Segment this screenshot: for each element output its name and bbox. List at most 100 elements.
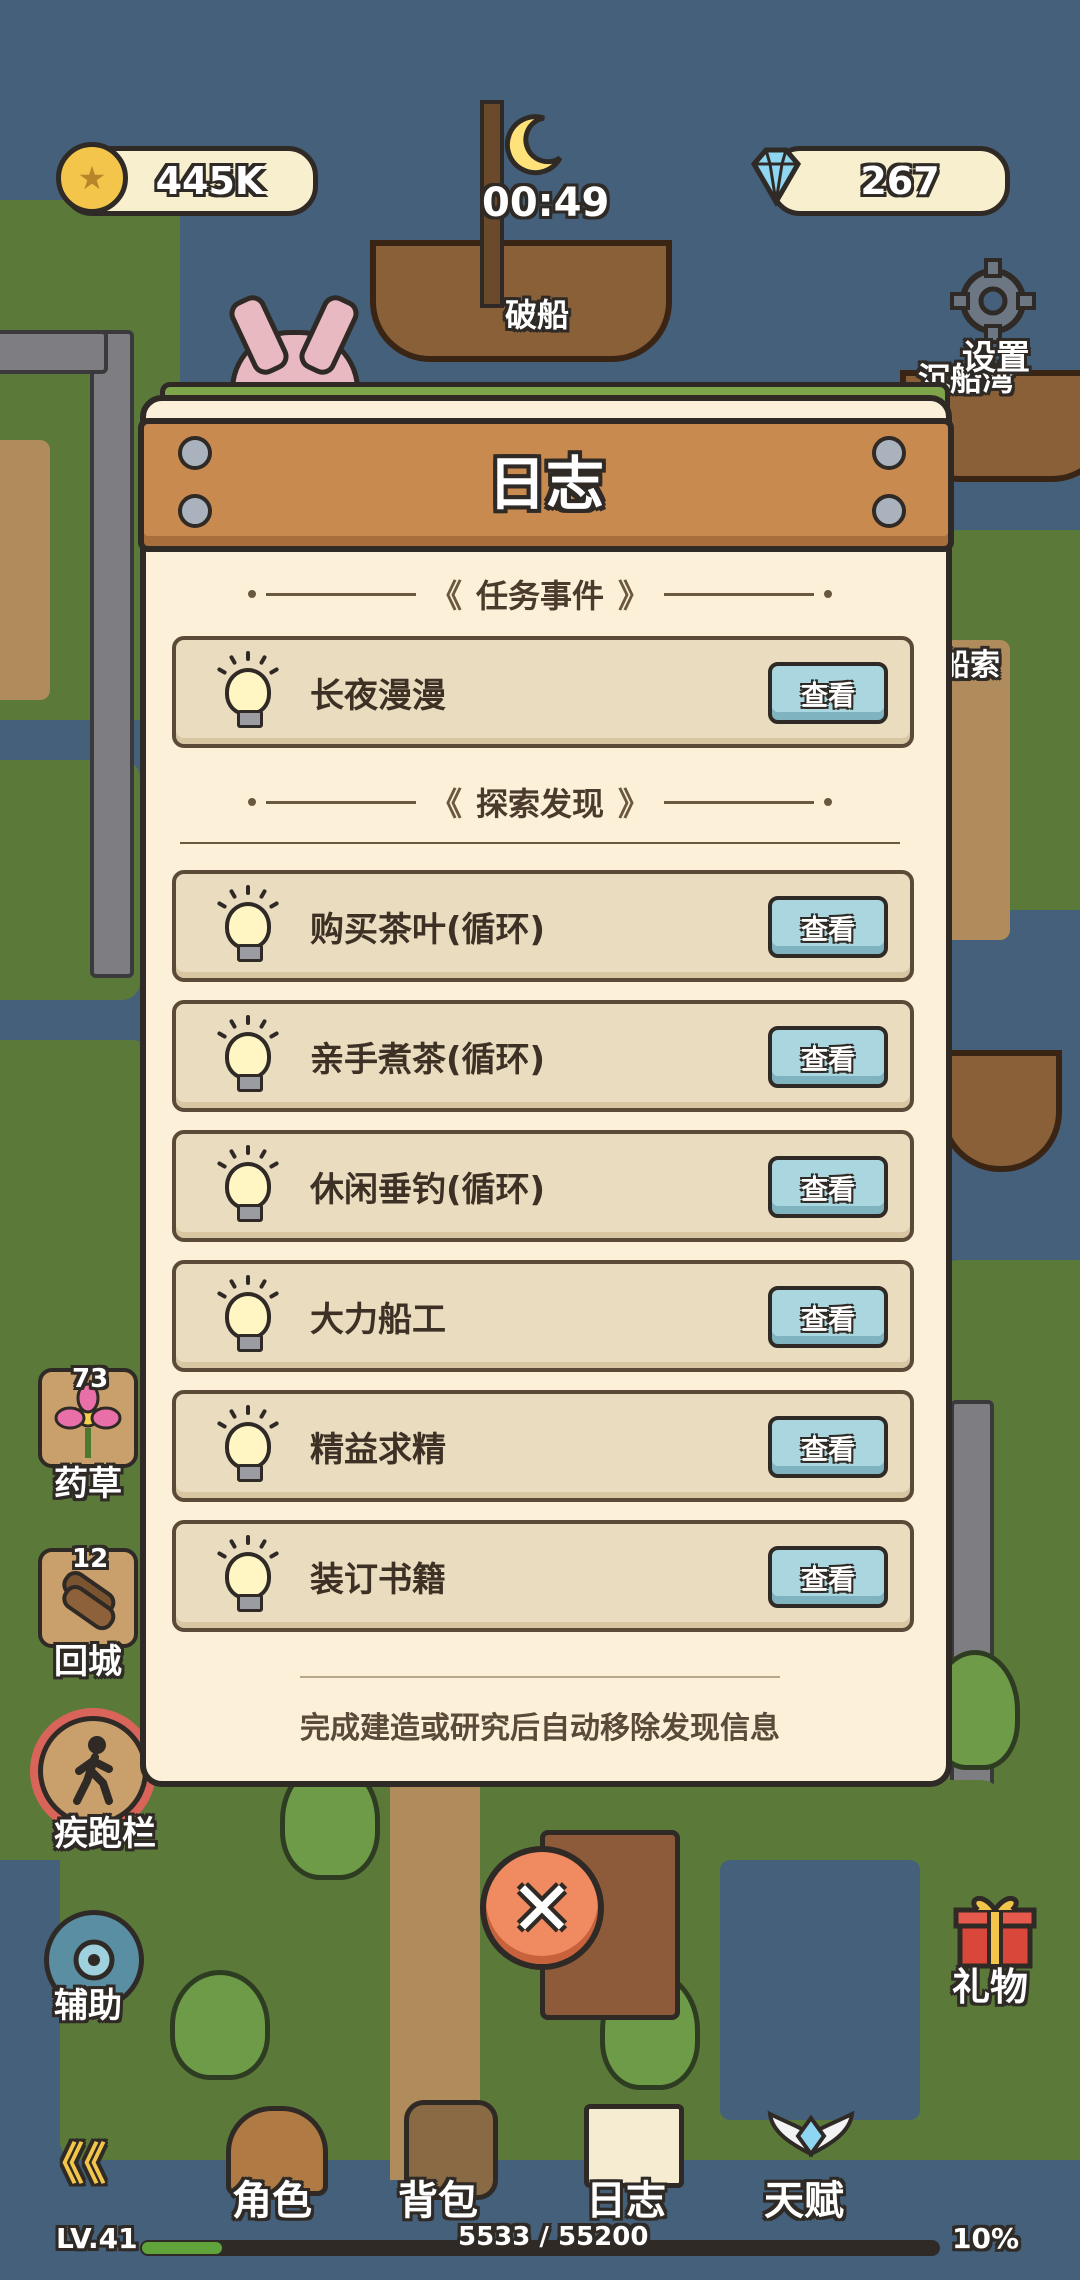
xp-percent: 10% <box>952 2222 1020 2255</box>
light-ray <box>246 1405 250 1415</box>
discovery-row[interactable]: 大力船工 查看 <box>172 1260 914 1372</box>
quest-label: 长夜漫漫 <box>310 675 446 716</box>
diamond-icon <box>740 140 812 212</box>
assist-label[interactable]: 辅助 <box>54 1978 122 2027</box>
light-ray <box>258 888 268 900</box>
quest-row[interactable]: 长夜漫漫 查看 <box>172 636 914 748</box>
tab-character[interactable]: 角色 <box>232 2168 312 2226</box>
night-timer: 00:49 <box>482 180 610 226</box>
light-ray <box>268 666 280 676</box>
stone-wall-left <box>90 330 134 978</box>
return-label[interactable]: 回城 <box>54 1634 122 1683</box>
moon-icon <box>500 110 570 180</box>
light-ray <box>246 651 250 661</box>
winged-gem-icon <box>766 2104 856 2174</box>
light-ray <box>216 1160 228 1170</box>
light-ray <box>228 1018 238 1030</box>
light-ray <box>268 1030 280 1040</box>
light-ray <box>268 900 280 910</box>
light-ray <box>258 1538 268 1550</box>
close-icon: ✕ <box>510 1863 574 1953</box>
light-ray <box>246 1015 250 1025</box>
sprint-label[interactable]: 疾跑栏 <box>54 1806 156 1855</box>
light-ray <box>216 666 228 676</box>
discovery-row[interactable]: 购买茶叶(循环) 查看 <box>172 870 914 982</box>
discovery-row[interactable]: 精益求精 查看 <box>172 1390 914 1502</box>
xp-bar-fill <box>142 2242 222 2254</box>
footer-note: 完成建造或研究后自动移除发现信息 <box>300 1711 780 1746</box>
light-ray <box>228 1148 238 1160</box>
discover-section-header: 《 探索发现 》 <box>140 782 940 823</box>
settings-label[interactable]: 设置 <box>962 330 1030 379</box>
lightbulb-icon <box>216 651 280 728</box>
light-ray <box>246 1275 250 1285</box>
discovery-label: 亲手煮茶(循环) <box>310 1039 546 1080</box>
double-chevron-left-icon[interactable]: 《《 <box>40 2128 106 2192</box>
light-ray <box>246 885 250 895</box>
view-button[interactable]: 查看 <box>768 1286 888 1348</box>
coin-amount: 445K <box>155 159 265 203</box>
discovery-label: 购买茶叶(循环) <box>310 909 546 950</box>
light-ray <box>258 1018 268 1030</box>
light-ray <box>246 1145 250 1155</box>
broken-boat-label: 破船 <box>505 296 570 334</box>
tree <box>170 1970 270 2080</box>
boat-right <box>940 1050 1062 1172</box>
lightbulb-icon <box>216 885 280 962</box>
lightbulb-icon <box>216 1535 280 1612</box>
discovery-label: 大力船工 <box>310 1299 446 1340</box>
close-button[interactable]: ✕ <box>480 1846 604 1970</box>
discovery-row[interactable]: 装订书籍 查看 <box>172 1520 914 1632</box>
light-ray <box>268 1550 280 1560</box>
light-ray <box>228 1538 238 1550</box>
discovery-label: 精益求精 <box>310 1429 446 1470</box>
pond <box>720 1860 920 2120</box>
light-ray <box>268 1290 280 1300</box>
view-button[interactable]: 查看 <box>768 1546 888 1608</box>
divider <box>180 842 900 844</box>
view-button[interactable]: 查看 <box>768 662 888 724</box>
gem-amount: 267 <box>860 159 940 203</box>
coin-icon: ★ <box>56 142 128 214</box>
light-ray <box>258 1408 268 1420</box>
light-ray <box>228 1408 238 1420</box>
footer-divider <box>300 1676 780 1678</box>
tab-talent[interactable]: 天赋 <box>764 2168 844 2226</box>
discovery-row[interactable]: 休闲垂钓(循环) 查看 <box>172 1130 914 1242</box>
discovery-label: 休闲垂钓(循环) <box>310 1169 546 1210</box>
herb-label[interactable]: 药草 <box>54 1456 122 1505</box>
view-button[interactable]: 查看 <box>768 1416 888 1478</box>
light-ray <box>216 1030 228 1040</box>
gift-label[interactable]: 礼物 <box>952 1956 1028 2011</box>
return-count: 12 <box>72 1544 109 1574</box>
light-ray <box>216 900 228 910</box>
light-ray <box>268 1420 280 1430</box>
lightbulb-icon <box>216 1145 280 1222</box>
quests-section-header: 《 任务事件 》 <box>140 574 940 615</box>
left-path <box>0 440 50 700</box>
light-ray <box>228 654 238 666</box>
discovery-label: 装订书籍 <box>310 1559 446 1600</box>
light-ray <box>268 1160 280 1170</box>
view-button[interactable]: 查看 <box>768 1026 888 1088</box>
lightbulb-icon <box>216 1015 280 1092</box>
light-ray <box>228 888 238 900</box>
lightbulb-icon <box>216 1405 280 1482</box>
herb-count: 73 <box>72 1364 109 1394</box>
view-button[interactable]: 查看 <box>768 1156 888 1218</box>
light-ray <box>216 1290 228 1300</box>
light-ray <box>258 1148 268 1160</box>
tab-journal[interactable]: 日志 <box>586 2168 666 2226</box>
discover-header-label: 探索发现 <box>475 785 604 823</box>
tab-backpack[interactable]: 背包 <box>398 2168 478 2226</box>
light-ray <box>258 654 268 666</box>
view-button[interactable]: 查看 <box>768 896 888 958</box>
discovery-row[interactable]: 亲手煮茶(循环) 查看 <box>172 1000 914 1112</box>
xp-text: 5533 / 55200 <box>458 2222 649 2252</box>
quests-header-label: 任务事件 <box>475 577 604 615</box>
light-ray <box>216 1420 228 1430</box>
stone-wall-left-h <box>0 330 108 374</box>
level-label: LV.41 <box>56 2222 138 2255</box>
lightbulb-icon <box>216 1275 280 1352</box>
light-ray <box>258 1278 268 1290</box>
